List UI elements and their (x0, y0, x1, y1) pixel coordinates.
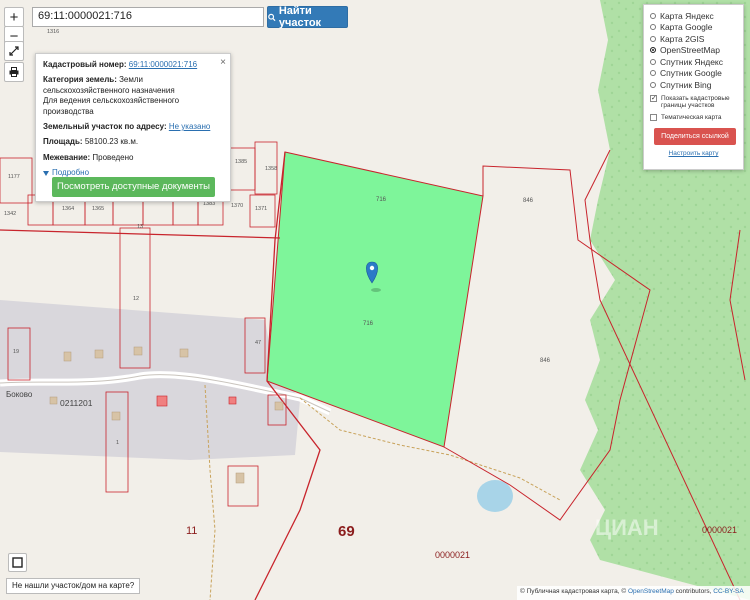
show-boundaries-label: Показать кадастровые границы участков (661, 94, 730, 110)
thematic-map-label: Тематическая карта (661, 114, 722, 122)
zoom-in-button[interactable]: + (4, 7, 24, 27)
address-link[interactable]: Не указано (169, 122, 210, 131)
layers-toggle-button[interactable] (8, 553, 27, 572)
building-highlight (228, 396, 237, 405)
watermark: ЦИАН (595, 515, 659, 540)
layers-panel: Карта Яндекс Карта Google Карта 2GIS OpenSt… (643, 4, 744, 170)
category-row: Категория земель: Земли сельскохозяйстве… (43, 75, 223, 117)
cadastral-row: Кадастровый номер: 69:11:0000021:716 (43, 60, 223, 70)
parcel-label: 846 (523, 198, 534, 204)
pond (477, 480, 513, 512)
layer-option[interactable]: Карта Google (650, 22, 737, 34)
block-code-label: 0211201 (60, 398, 93, 408)
cadastral-label: Кадастровый номер: (43, 60, 127, 69)
thematic-map-checkbox[interactable] (650, 114, 657, 122)
plot-number-label: 1316 (47, 29, 59, 35)
layer-label: OpenStreetMap (660, 45, 721, 56)
search-icon (268, 13, 276, 21)
plot-number-label: 1385 (235, 159, 247, 165)
plot-number-label: 1371 (255, 206, 267, 212)
plot-number-label: 1177 (8, 174, 20, 180)
layer-radio[interactable] (650, 35, 656, 42)
parcel-info-panel: × Кадастровый номер: 69:11:0000021:716 К… (35, 53, 231, 202)
layer-option[interactable]: Спутник Google (650, 68, 737, 80)
layer-radio[interactable] (650, 58, 656, 65)
show-boundaries-checkbox[interactable]: ✓ (650, 94, 657, 102)
plot-number-label: 1 (116, 440, 119, 446)
category-label: Категория земель: (43, 75, 117, 85)
layer-label: Карта Google (660, 22, 713, 33)
layers-toggle-icon (12, 557, 23, 568)
layer-radio[interactable] (650, 70, 656, 77)
layer-radio[interactable] (650, 12, 656, 19)
address-label: Земельный участок по адресу: (43, 121, 167, 131)
parcel-label: 716 (376, 197, 387, 203)
close-icon[interactable]: × (220, 56, 226, 69)
district-number-label: 11 (186, 525, 197, 537)
not-found-button[interactable]: Не нашли участок/дом на карте? (6, 578, 141, 594)
layer-label: Спутник Google (660, 68, 722, 79)
parcel-label: 716 (363, 321, 374, 327)
fullscreen-icon (9, 46, 19, 56)
quarter-code-label: 0000021 (702, 525, 737, 535)
cadastral-link[interactable]: 69:11:0000021:716 (129, 60, 197, 69)
survey-value: Проведено (92, 152, 134, 162)
chevron-down-icon (43, 170, 49, 176)
configure-map-link[interactable]: Настроить карту (650, 150, 737, 157)
building-highlight (156, 395, 168, 407)
layer-option[interactable]: Карта 2GIS (650, 33, 737, 45)
survey-label: Межевание: (43, 152, 91, 162)
plot-number-label: 12 (133, 296, 139, 302)
osm-link[interactable]: OpenStreetMap (628, 588, 674, 595)
address-row: Земельный участок по адресу: Не указано (43, 122, 223, 132)
plot-number-label: 13 (137, 224, 143, 230)
share-link-button[interactable]: Поделиться ссылкой (654, 127, 736, 145)
plot-number-label: 47 (255, 340, 261, 346)
print-button[interactable] (4, 62, 24, 82)
layer-label: Спутник Яндекс (660, 56, 723, 67)
print-icon (9, 67, 19, 77)
find-parcel-label: Найти участок (278, 5, 322, 29)
usage-value: Для ведения сельскохозяйственного произв… (43, 96, 180, 116)
layer-radio[interactable] (650, 81, 656, 88)
plot-number-label: 1365 (92, 206, 104, 212)
area-label: Площадь: (43, 137, 83, 147)
layer-radio[interactable] (650, 47, 656, 54)
layer-radio[interactable] (650, 24, 656, 31)
find-parcel-button[interactable]: Найти участок (267, 5, 348, 29)
layer-label: Карта 2GIS (660, 33, 705, 44)
plot-number-label: 19 (13, 349, 19, 355)
village-label: Боково (6, 390, 33, 399)
layer-option[interactable]: Спутник Bing (650, 79, 737, 91)
layer-label: Карта Яндекс (660, 10, 714, 21)
map-attribution: © Публичная кадастровая карта, © OpenStr… (517, 586, 750, 600)
plot-number-label: 1342 (4, 211, 16, 217)
license-link[interactable]: CC-BY-SA (713, 588, 743, 595)
layer-option[interactable]: Спутник Яндекс (650, 56, 737, 68)
parcel-label: 846 (540, 358, 551, 364)
search-input[interactable]: 69:11:0000021:716 (32, 7, 264, 27)
area-value: 58100.23 кв.м. (84, 137, 139, 147)
area-row: Площадь: 58100.23 кв.м. (43, 137, 223, 147)
layer-option[interactable]: Карта Яндекс (650, 10, 737, 22)
attribution-prefix: © Публичная кадастровая карта, © (520, 588, 627, 595)
view-documents-button[interactable]: Посмотреть доступные документы (52, 177, 215, 197)
base-layer-list: Карта Яндекс Карта Google Карта 2GIS OpenSt… (650, 10, 737, 91)
thematic-map-option[interactable]: Тематическая карта (650, 114, 737, 122)
attribution-mid: contributors, (675, 588, 712, 595)
show-boundaries-option[interactable]: ✓ Показать кадастровые границы участков (650, 94, 737, 111)
fullscreen-button[interactable] (4, 41, 24, 61)
layer-label: Спутник Bing (660, 79, 712, 90)
plot-number-label: 1358 (265, 166, 277, 172)
quarter-code-label: 0000021 (435, 550, 470, 560)
layer-option[interactable]: OpenStreetMap (650, 45, 737, 57)
plot-number-label: 1364 (62, 206, 74, 212)
plot-number-label: 1370 (231, 203, 243, 209)
survey-row: Межевание: Проведено (43, 153, 223, 163)
region-number-label: 69 (338, 523, 355, 540)
